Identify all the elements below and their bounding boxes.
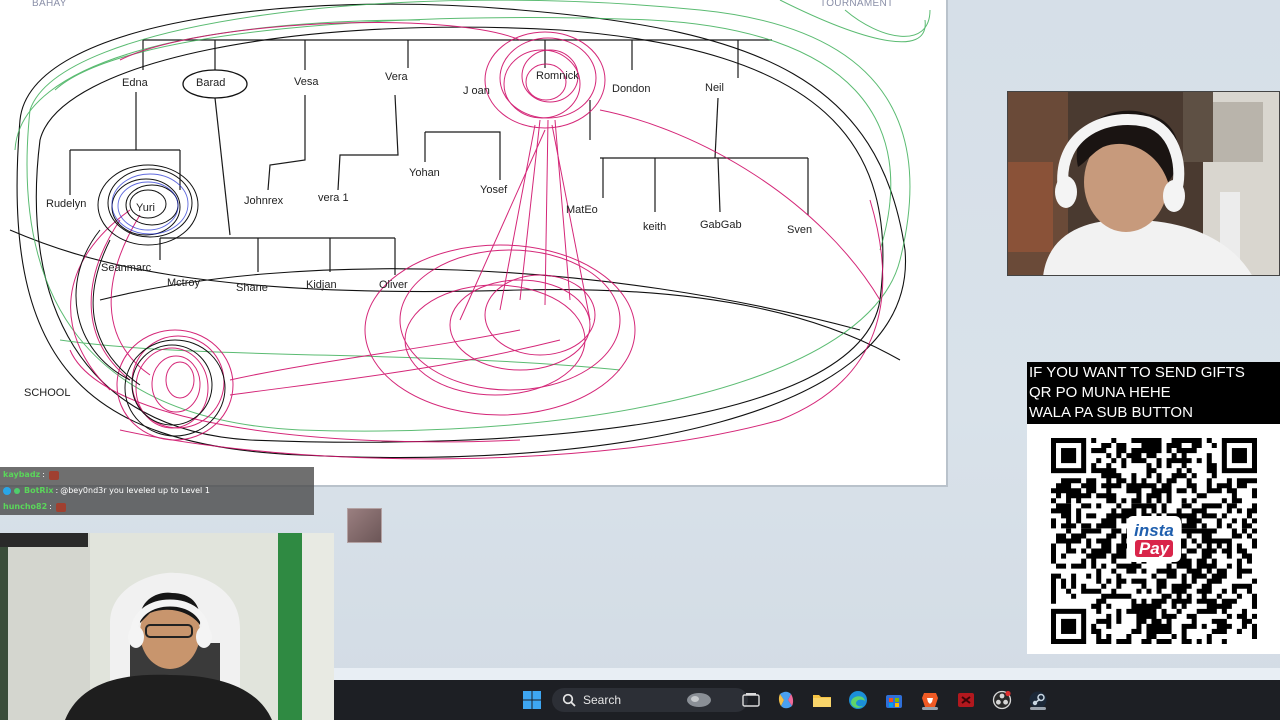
name-keith: keith [643,221,667,233]
chat-username: kaybadz [3,470,41,479]
name-sven: Sven [787,224,813,236]
label-bahay: BAHAY [32,0,67,9]
name-seanmarc: Seanmarc [101,262,152,274]
webcam-streamer-right [1007,91,1280,276]
chat-username: huncho82 [3,502,48,511]
name-gabgab: GabGab [700,219,742,231]
chat-separator: : [42,470,45,479]
chat-separator: : [49,502,52,511]
search-icon [562,693,576,707]
chat-text: @bey0nd3r you leveled up to Level 1 [60,486,210,495]
name-vera: Vera [385,71,408,83]
instapay-logo-bottom: Pay [1134,539,1174,557]
name-vesa: Vesa [294,76,319,88]
name-yosef: Yosef [480,184,508,196]
chat-message: huncho82 : [0,499,314,515]
thumbnail-image [347,508,382,543]
store-icon[interactable] [882,688,906,712]
gift-line-1: IF YOU WANT TO SEND GIFTS [1029,364,1245,381]
name-kidjan: Kidjan [306,279,337,291]
name-vera1: vera 1 [318,192,349,204]
verified-badge-icon [14,488,20,494]
gift-qr-panel: IF YOU WANT TO SEND GIFTS QR PO MUNA HEH… [1027,362,1280,654]
chat-message: BotRix : @bey0nd3r you leveled up to Lev… [0,483,314,499]
taskbar: Search [334,680,1280,720]
name-shane: Shane [236,282,268,294]
chat-overlay: kaybadz : BotRix : @bey0nd3r you leveled… [0,467,314,515]
gift-line-3: WALA PA SUB BUTTON [1029,404,1193,421]
name-barad: Barad [196,77,226,89]
search-highlight-icon [687,693,712,707]
qr-code: insta Pay [1051,438,1257,644]
copilot-icon[interactable] [774,688,798,712]
name-dondon: Dondon [612,83,651,95]
chat-username: BotRix [24,486,54,495]
windows-start-icon[interactable] [520,688,544,712]
desktop-background: BAHAY TOURNAMENT SCHOOL Edna Barad Vesa … [0,0,1280,720]
edge-icon[interactable] [846,688,870,712]
emote-icon [48,470,59,480]
task-view-icon[interactable] [739,688,763,712]
name-oliver: Oliver [379,279,408,291]
gift-instructions: IF YOU WANT TO SEND GIFTS QR PO MUNA HEH… [1027,362,1280,424]
taskbar-separator [334,668,1280,680]
webcam-left-image [0,533,334,720]
name-edna: Edna [122,77,148,89]
bot-badge-icon [3,487,11,495]
name-romnick: Romnick [536,70,579,82]
instapay-logo-top: insta [1134,520,1174,540]
name-mctroy: Mctroy [167,277,200,289]
whiteboard-canvas[interactable]: BAHAY TOURNAMENT SCHOOL Edna Barad Vesa … [0,0,948,487]
active-indicator [1030,707,1046,710]
name-rudelyn: Rudelyn [46,198,87,210]
name-neil: Neil [705,82,724,94]
steam-icon[interactable] [1026,688,1050,712]
label-school: SCHOOL [24,387,71,399]
active-indicator [922,707,938,710]
gift-line-2: QR PO MUNA HEHE [1029,384,1171,401]
name-mateo: MatEo [566,204,598,216]
whiteboard-drawing [9,0,931,460]
label-tournament: TOURNAMENT [820,0,894,9]
brave-icon[interactable] [918,688,942,712]
name-yuri: Yuri [136,202,155,214]
instapay-logo: insta Pay [1127,516,1181,562]
app-red-icon[interactable] [954,688,978,712]
chat-message: kaybadz : [0,467,314,483]
taskbar-search[interactable]: Search [552,688,748,712]
file-explorer-icon[interactable] [810,688,834,712]
webcam-streamer-left [0,533,334,720]
webcam-right-image [1008,92,1279,275]
obs-icon[interactable] [990,688,1014,712]
name-johnrex: Johnrex [244,195,284,207]
chat-separator: : [55,486,59,495]
name-joan: J oan [463,85,490,97]
search-label: Search [583,693,622,707]
name-yohan: Yohan [409,167,440,179]
emote-icon [55,502,66,512]
